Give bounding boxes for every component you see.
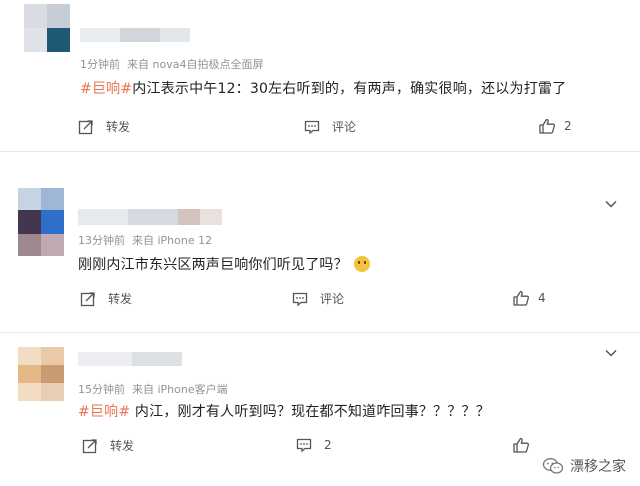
like-button[interactable] xyxy=(512,436,538,454)
chevron-down-icon[interactable] xyxy=(604,345,618,359)
comment-label: 评论 xyxy=(320,292,345,306)
comment-meta: 15分钟前 来自 iPhone客户端 xyxy=(78,381,228,397)
comment-button[interactable]: 2 xyxy=(296,437,332,453)
comment-icon xyxy=(304,120,320,134)
thumbs-up-icon xyxy=(513,290,530,306)
comment-card-2: 13分钟前 来自 iPhone 12 刚刚内江市东兴区两声巨响你们听见了吗？ 转… xyxy=(0,160,640,324)
avatar[interactable] xyxy=(18,188,64,256)
repost-label: 转发 xyxy=(110,439,135,453)
thumbs-up-icon xyxy=(513,437,530,453)
avatar[interactable] xyxy=(18,347,64,401)
like-count: 4 xyxy=(538,291,546,305)
divider xyxy=(0,151,640,152)
comment-text: #巨响#内江表示中午12：30左右听到的，有两声，确实很响，还以为打雷了 xyxy=(80,78,566,98)
like-button[interactable]: 4 xyxy=(512,289,546,307)
comment-body: 内江，刚才有人听到吗？现在都不知道咋回事？？？？？ xyxy=(130,404,490,420)
repost-button[interactable]: 转发 xyxy=(82,437,134,454)
repost-icon xyxy=(78,119,93,134)
repost-label: 转发 xyxy=(108,292,133,306)
hashtag-link[interactable]: #巨响# xyxy=(78,404,130,420)
comment-source: 来自 iPhone客户端 xyxy=(132,383,228,396)
comment-source: 来自 iPhone 12 xyxy=(132,234,213,247)
comment-text: #巨响# 内江，刚才有人听到吗？现在都不知道咋回事？？？？？ xyxy=(78,401,490,421)
comment-button[interactable]: 评论 xyxy=(304,118,356,135)
watermark: 漂移之家 xyxy=(542,456,626,476)
comment-icon xyxy=(292,292,308,306)
emoji-icon xyxy=(353,256,370,272)
comment-label: 评论 xyxy=(332,120,357,134)
repost-icon xyxy=(82,438,97,453)
comment-time: 1分钟前 xyxy=(80,58,120,71)
username[interactable] xyxy=(78,349,184,369)
comment-time: 13分钟前 xyxy=(78,234,125,247)
username[interactable] xyxy=(80,24,200,44)
repost-button[interactable]: 转发 xyxy=(80,290,132,307)
comment-text: 刚刚内江市东兴区两声巨响你们听见了吗？ xyxy=(78,254,370,274)
username[interactable] xyxy=(78,206,224,228)
repost-label: 转发 xyxy=(106,120,131,134)
like-count: 2 xyxy=(564,119,572,133)
thumbs-up-icon xyxy=(539,118,556,134)
comment-meta: 1分钟前 来自 nova4自拍极点全面屏 xyxy=(80,56,263,72)
repost-icon xyxy=(80,291,95,306)
comment-time: 15分钟前 xyxy=(78,383,125,396)
repost-button[interactable]: 转发 xyxy=(78,118,130,135)
comment-icon xyxy=(296,438,312,453)
hashtag-link[interactable]: #巨响# xyxy=(80,81,132,97)
comment-count: 2 xyxy=(324,438,332,452)
like-button[interactable]: 2 xyxy=(538,117,572,135)
avatar[interactable] xyxy=(24,4,70,52)
comment-body: 刚刚内江市东兴区两声巨响你们听见了吗？ xyxy=(78,257,348,273)
chevron-down-icon[interactable] xyxy=(604,196,618,210)
comment-card-1: 1分钟前 来自 nova4自拍极点全面屏 #巨响#内江表示中午12：30左右听到… xyxy=(0,0,640,150)
watermark-text: 漂移之家 xyxy=(570,459,626,475)
wechat-icon xyxy=(542,458,564,474)
comment-button[interactable]: 评论 xyxy=(292,290,344,307)
comment-body: 内江表示中午12：30左右听到的，有两声，确实很响，还以为打雷了 xyxy=(132,81,567,97)
comment-source: 来自 nova4自拍极点全面屏 xyxy=(127,58,264,71)
comment-meta: 13分钟前 来自 iPhone 12 xyxy=(78,232,212,248)
